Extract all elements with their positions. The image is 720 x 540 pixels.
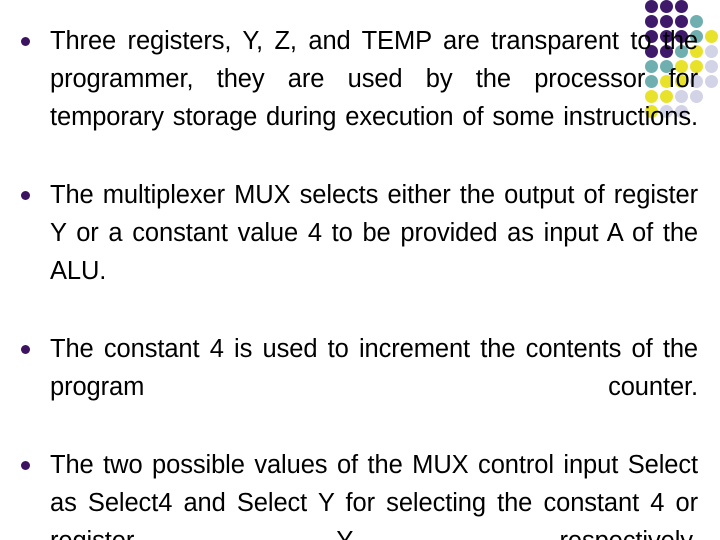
decorative-dot [675, 0, 688, 13]
decorative-dot [645, 0, 658, 13]
disc-bullet-icon [21, 191, 30, 200]
list-item: The constant 4 is used to increment the … [0, 330, 720, 444]
disc-bullet-icon [21, 345, 30, 354]
slide-canvas: Three registers, Y, Z, and TEMP are tran… [0, 0, 720, 540]
disc-bullet-icon [21, 461, 30, 470]
list-item: The two possible values of the MUX contr… [0, 446, 720, 540]
bullet-text: Three registers, Y, Z, and TEMP are tran… [50, 27, 698, 131]
bullet-text: The two possible values of the MUX contr… [50, 451, 698, 540]
disc-bullet-icon [21, 37, 30, 46]
bullet-text: The multiplexer MUX selects either the o… [50, 181, 698, 285]
bullet-text: The constant 4 is used to increment the … [50, 335, 698, 401]
list-item: Three registers, Y, Z, and TEMP are tran… [0, 22, 720, 174]
bullet-list: Three registers, Y, Z, and TEMP are tran… [0, 22, 720, 540]
list-item: The multiplexer MUX selects either the o… [0, 176, 720, 328]
decorative-dot [660, 0, 673, 13]
